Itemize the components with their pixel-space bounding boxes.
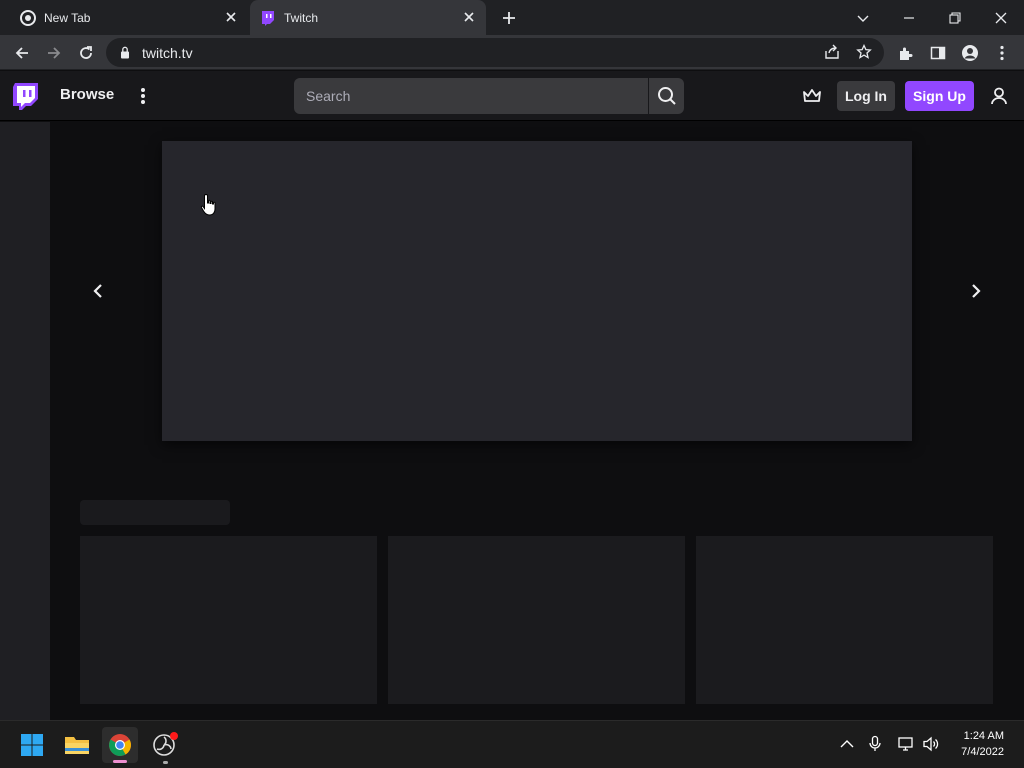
log-in-button[interactable]: Log In	[837, 81, 895, 111]
stream-card-placeholder[interactable]	[80, 536, 377, 704]
tab-search-icon[interactable]	[840, 0, 886, 35]
obs-studio-icon[interactable]	[147, 727, 183, 764]
taskbar-clock-time[interactable]: 1:24 AM	[964, 730, 1004, 742]
browser-toolbar: twitch.tv	[0, 35, 1024, 70]
search-button[interactable]	[649, 78, 684, 114]
volume-icon[interactable]	[922, 735, 940, 753]
left-sidebar-collapsed	[0, 122, 50, 720]
twitch-logo-icon[interactable]	[12, 83, 38, 111]
carousel-next-button[interactable]	[966, 281, 986, 301]
chrome-menu-icon[interactable]	[992, 43, 1012, 63]
share-icon[interactable]	[824, 44, 840, 60]
restore-icon[interactable]	[932, 0, 978, 35]
extensions-icon[interactable]	[896, 43, 916, 63]
browse-link[interactable]: Browse	[60, 86, 114, 103]
chrome-icon	[20, 9, 36, 26]
file-explorer-icon[interactable]	[59, 727, 95, 763]
address-bar[interactable]: twitch.tv	[106, 38, 884, 67]
stream-card-placeholder[interactable]	[696, 536, 993, 704]
bookmark-star-icon[interactable]	[856, 44, 872, 60]
lock-icon[interactable]	[120, 46, 130, 59]
address-url: twitch.tv	[142, 45, 193, 61]
hand-cursor-icon	[200, 193, 218, 217]
close-window-icon[interactable]	[978, 0, 1024, 35]
prime-crown-icon[interactable]	[802, 87, 822, 105]
network-icon[interactable]	[897, 735, 915, 753]
search-box	[294, 78, 684, 114]
chevron-right-icon	[966, 281, 986, 301]
search-input[interactable]	[294, 78, 648, 114]
twitch-icon	[260, 10, 276, 26]
chevron-left-icon	[88, 281, 108, 301]
user-menu-icon[interactable]	[989, 86, 1009, 106]
tab-title: New Tab	[44, 10, 91, 25]
reload-icon[interactable]	[76, 43, 96, 63]
tab-new-tab[interactable]: New Tab	[8, 0, 248, 35]
windows-taskbar: 1:24 AM 7/4/2022	[0, 720, 1024, 768]
back-icon[interactable]	[12, 43, 32, 63]
new-tab-button[interactable]	[500, 9, 518, 27]
forward-icon[interactable]	[44, 43, 64, 63]
windows-start-icon[interactable]	[14, 727, 50, 763]
close-tab-icon[interactable]	[224, 10, 238, 24]
profile-icon[interactable]	[960, 43, 980, 63]
twitch-top-nav: Browse Log In Sign Up	[0, 71, 1024, 121]
chrome-taskbar-icon[interactable]	[102, 727, 138, 763]
search-icon	[657, 86, 677, 106]
show-hidden-icons-chevron-up-icon[interactable]	[838, 735, 856, 753]
stream-card-placeholder[interactable]	[388, 536, 685, 704]
tab-twitch[interactable]: Twitch	[250, 0, 486, 35]
more-options-icon[interactable]	[139, 87, 147, 105]
tab-title: Twitch	[284, 10, 319, 25]
microphone-icon[interactable]	[866, 735, 884, 753]
taskbar-clock-date[interactable]: 7/4/2022	[961, 746, 1004, 758]
carousel-previous-button[interactable]	[88, 281, 108, 301]
browser-tab-strip: New Tab Twitch	[0, 0, 1024, 35]
close-tab-icon[interactable]	[462, 10, 476, 24]
sign-up-button[interactable]: Sign Up	[905, 81, 974, 111]
minimize-icon[interactable]	[886, 0, 932, 35]
featured-stream-placeholder[interactable]	[162, 141, 912, 441]
section-title-placeholder	[80, 500, 230, 525]
side-panel-icon[interactable]	[928, 43, 948, 63]
